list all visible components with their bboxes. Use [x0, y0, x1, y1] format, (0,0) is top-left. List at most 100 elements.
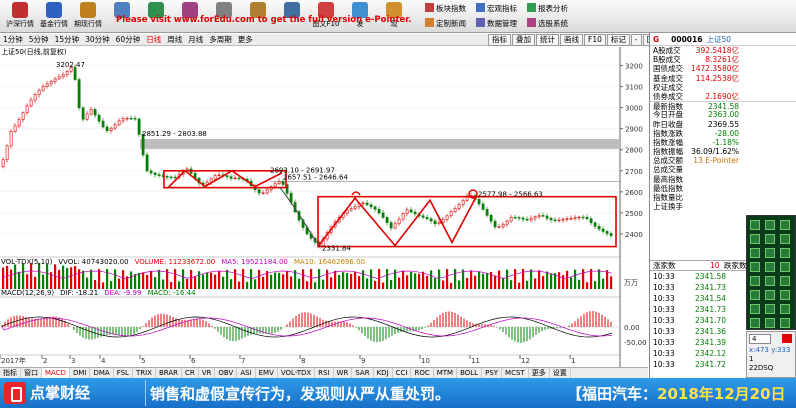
indicator-tab-11[interactable]: ASI — [237, 368, 256, 378]
draw-tool-icon[interactable] — [750, 318, 760, 328]
draw-tool-icon[interactable] — [765, 276, 775, 286]
volume-bar — [478, 271, 481, 289]
candle — [265, 189, 269, 194]
indicator-tab-14[interactable]: RSI — [315, 368, 334, 378]
draw-tool-icon[interactable] — [765, 290, 775, 300]
volume-bar — [286, 271, 289, 289]
draw-tool-icon[interactable] — [750, 234, 760, 244]
candle — [85, 113, 89, 120]
indicator-tab-12[interactable]: EMV — [256, 368, 278, 378]
indicator-tab-3[interactable]: DMI — [70, 368, 91, 378]
draw-tool-icon[interactable] — [780, 220, 790, 230]
volume-bar — [538, 270, 541, 289]
toolbar-button-0[interactable]: 沪深行情 — [3, 1, 37, 32]
menu-custom-news[interactable]: 定制新闻 — [425, 18, 466, 29]
draw-tool-icon[interactable] — [765, 248, 775, 258]
draw-tool-icon[interactable] — [765, 234, 775, 244]
draw-tool-icon[interactable] — [750, 304, 760, 314]
indicator-tab-10[interactable]: OBV — [215, 368, 238, 378]
volume-bar — [98, 269, 101, 289]
draw-tool-icon[interactable] — [780, 318, 790, 328]
draw-tool-icon[interactable] — [765, 220, 775, 230]
draw-tool-icon[interactable] — [780, 304, 790, 314]
volume-field-3: MA5: 19521184.00 — [221, 258, 288, 266]
candle — [457, 204, 461, 209]
indicator-tab-2[interactable]: MACD — [42, 368, 70, 378]
indicator-tab-25[interactable]: 设置 — [550, 368, 571, 378]
volume-bar — [318, 269, 321, 289]
indicator-tab-21[interactable]: BOLL — [457, 368, 483, 378]
op-button-4[interactable]: F10 — [584, 34, 606, 46]
indicator-tab-20[interactable]: MTM — [434, 368, 458, 378]
indicator-tab-5[interactable]: FSL — [114, 368, 133, 378]
timeframe-5[interactable]: 日线 — [143, 34, 164, 46]
quote-row: 国债成交 1472.3580亿 — [653, 64, 739, 74]
op-button-0[interactable]: 指标 — [488, 34, 511, 46]
indicator-tab-16[interactable]: SAR — [352, 368, 374, 378]
indicator-tab-8[interactable]: CR — [182, 368, 199, 378]
volume-bar — [310, 269, 313, 289]
draw-tool-icon[interactable] — [765, 304, 775, 314]
indicator-tab-22[interactable]: PSY — [482, 368, 503, 378]
timeframe-3[interactable]: 30分钟 — [82, 34, 113, 46]
draw-tool-icon[interactable] — [780, 234, 790, 244]
op-button-5[interactable]: 标记 — [606, 34, 630, 46]
timeframe-0[interactable]: 1分钟 — [0, 34, 26, 46]
indicator-tab-7[interactable]: BRAR — [156, 368, 182, 378]
draw-tool-icon[interactable] — [780, 248, 790, 258]
toolbar-button-1[interactable]: 基金行情 — [37, 1, 71, 32]
op-button-2[interactable]: 统计 — [536, 34, 559, 46]
timeframe-6[interactable]: 周线 — [164, 34, 185, 46]
kline-chart[interactable]: 3200 3100 3000 2900 2800 2700 2600 2500 2400 3202… — [0, 47, 648, 367]
menu-stock-selection[interactable]: 选股系统 — [527, 18, 568, 29]
timeframe-9[interactable]: 更多 — [235, 34, 256, 46]
indicator-tab-4[interactable]: DMA — [90, 368, 114, 378]
pen-size-select[interactable]: 4 — [749, 334, 771, 344]
indicator-tab-0[interactable]: 指标 — [0, 368, 21, 378]
op-button-1[interactable]: 叠加 — [512, 34, 535, 46]
op-button-6[interactable]: - — [630, 34, 642, 46]
draw-tool-icon[interactable] — [750, 248, 760, 258]
draw-tool-icon[interactable] — [750, 290, 760, 300]
quote-panel-header: G 000016 上证50 — [650, 33, 796, 46]
draw-tool-icon[interactable] — [750, 262, 760, 272]
timeframe-2[interactable]: 15分钟 — [52, 34, 83, 46]
indicator-tab-17[interactable]: KDJ — [374, 368, 393, 378]
quote-row: 最新指数 2341.58 — [650, 101, 796, 111]
menu-macro-indicator[interactable]: 宏观指标 — [476, 3, 517, 14]
indicator-tab-13[interactable]: VOL-TDX — [278, 368, 316, 378]
candle — [101, 120, 105, 128]
draw-tool-icon[interactable] — [765, 318, 775, 328]
pen-color-swatch[interactable] — [782, 334, 792, 343]
indicator-tab-9[interactable]: VR — [199, 368, 216, 378]
indicator-tab-1[interactable]: 窗口 — [21, 368, 42, 378]
draw-tool-icon[interactable] — [750, 220, 760, 230]
quote-row: B股成交 8.3261亿 — [653, 55, 739, 65]
candle — [593, 222, 597, 227]
draw-tool-icon[interactable] — [780, 262, 790, 272]
indicator-tab-15[interactable]: WR — [334, 368, 353, 378]
volume-scale: 万万 — [624, 279, 638, 287]
indicator-tab-24[interactable]: 更多 — [529, 368, 550, 378]
menu-sector-index[interactable]: 板块指数 — [425, 3, 466, 14]
timeframe-7[interactable]: 月线 — [185, 34, 206, 46]
candle — [257, 189, 261, 194]
candle — [57, 76, 61, 80]
timeframe-1[interactable]: 5分钟 — [26, 34, 52, 46]
draw-tool-icon[interactable] — [750, 276, 760, 286]
indicator-tab-18[interactable]: CCI — [393, 368, 412, 378]
draw-tool-icon[interactable] — [780, 290, 790, 300]
draw-tool-icon[interactable] — [765, 262, 775, 272]
toolbar-button-2[interactable]: 期现行情 — [71, 1, 105, 32]
indicator-tab-19[interactable]: ROC — [411, 368, 434, 378]
timeframe-8[interactable]: 多周期 — [206, 34, 235, 46]
draw-tool-icon[interactable] — [780, 276, 790, 286]
menu-report-analysis[interactable]: 报表分析 — [527, 3, 568, 14]
indicator-tab-23[interactable]: MCST — [502, 368, 529, 378]
candle — [393, 223, 397, 229]
menu-data-management[interactable]: 数据管理 — [476, 18, 517, 29]
quote-row: 权证成交 — [653, 82, 683, 92]
indicator-tab-6[interactable]: TRIX — [133, 368, 156, 378]
timeframe-4[interactable]: 60分钟 — [113, 34, 144, 46]
op-button-3[interactable]: 画线 — [560, 34, 583, 46]
